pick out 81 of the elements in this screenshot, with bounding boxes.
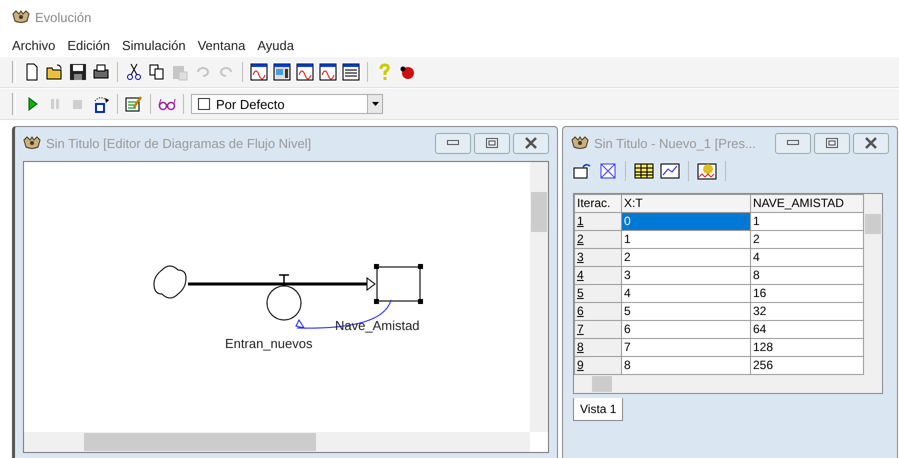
window-title: Sin Titulo - Nuevo_1 [Pres...	[594, 136, 757, 150]
table-cell: 64	[750, 320, 864, 338]
form-window-icon[interactable]	[273, 63, 291, 81]
checkbox[interactable]	[198, 98, 210, 110]
app-logo-icon	[23, 136, 41, 150]
sheet-tab[interactable]: Vista 1	[573, 398, 624, 421]
row-header[interactable]: 3	[574, 248, 622, 266]
menu-item[interactable]: Simulación	[122, 38, 186, 52]
chart-window-icon[interactable]	[296, 63, 314, 81]
row-header[interactable]: 2	[574, 230, 622, 248]
maximize-button[interactable]	[474, 132, 510, 154]
app-logo-icon	[12, 10, 30, 24]
menu-item[interactable]: Ventana	[198, 38, 246, 52]
table-cell[interactable]: 8	[622, 356, 750, 374]
open-folder-icon[interactable]	[46, 63, 64, 81]
app-logo-icon	[571, 136, 589, 150]
flow-arrow[interactable]	[188, 277, 376, 291]
row-header[interactable]: 4	[574, 266, 622, 284]
scenario-dropdown[interactable]: Por Defecto	[191, 94, 383, 114]
vertical-scrollbar[interactable]	[530, 162, 548, 432]
minimize-icon	[447, 140, 459, 146]
table-cell[interactable]: 5	[622, 302, 750, 320]
chart-settings-icon[interactable]	[697, 162, 717, 180]
table-cell[interactable]: 2	[622, 248, 750, 266]
table-cell: 128	[750, 338, 864, 356]
table-cell[interactable]: 0	[622, 212, 750, 230]
close-icon	[864, 137, 878, 149]
delete-icon[interactable]	[599, 162, 617, 180]
window-title: Evolución	[35, 10, 92, 24]
column-header[interactable]: Iterac.	[574, 194, 622, 212]
table-cell: 1	[750, 212, 864, 230]
maximize-icon	[826, 138, 838, 148]
edit-icon[interactable]	[125, 95, 143, 113]
table-cell[interactable]: 3	[622, 266, 750, 284]
row-header[interactable]: 8	[574, 338, 622, 356]
maximize-icon	[486, 138, 498, 148]
stock-label: Nave_Amistad	[335, 318, 420, 333]
print-icon[interactable]	[92, 63, 110, 81]
close-button[interactable]	[513, 132, 549, 154]
table-cell: 256	[750, 356, 864, 374]
minimize-icon	[787, 140, 799, 146]
table-cell: 2	[750, 230, 864, 248]
table-cell[interactable]: 4	[622, 284, 750, 302]
column-header[interactable]: NAVE_AMISTAD	[750, 194, 864, 212]
row-header[interactable]: 6	[574, 302, 622, 320]
close-button[interactable]	[853, 132, 889, 154]
row-header[interactable]: 9	[574, 356, 622, 374]
export-icon[interactable]	[573, 162, 593, 180]
table-cell[interactable]: 6	[622, 320, 750, 338]
line-chart-icon[interactable]	[660, 162, 680, 180]
table-cell: 32	[750, 302, 864, 320]
close-icon	[524, 137, 538, 149]
menu-item[interactable]: Archivo	[12, 38, 56, 52]
flow-label: Entran_nuevos	[225, 336, 312, 351]
maximize-button[interactable]	[814, 132, 850, 154]
chart-window-icon[interactable]	[250, 63, 268, 81]
column-header[interactable]: X:T	[622, 194, 750, 212]
step-icon[interactable]	[92, 95, 110, 113]
menu-item[interactable]: Ayuda	[257, 38, 294, 52]
horizontal-scrollbar[interactable]	[24, 432, 530, 452]
window-title: Sin Titulo [Editor de Diagramas de Flujo Nivel]	[46, 136, 312, 150]
minimize-button[interactable]	[775, 132, 811, 154]
table-cell: 16	[750, 284, 864, 302]
table-cell: 4	[750, 248, 864, 266]
cut-icon[interactable]	[125, 63, 143, 81]
document-window-icon[interactable]	[342, 63, 360, 81]
cloud-icon	[154, 266, 186, 298]
chart-window-icon[interactable]	[319, 63, 337, 81]
row-header[interactable]: 7	[574, 320, 622, 338]
row-header[interactable]: 1	[574, 212, 622, 230]
table-cell[interactable]: 7	[622, 338, 750, 356]
row-header[interactable]: 5	[574, 284, 622, 302]
menu-item[interactable]: Edición	[67, 38, 110, 52]
stock-box[interactable]	[374, 264, 423, 304]
copy-icon[interactable]	[148, 63, 166, 81]
table-cell: 8	[750, 266, 864, 284]
table-cell[interactable]: 1	[622, 230, 750, 248]
minimize-button[interactable]	[435, 132, 471, 154]
table-icon[interactable]	[634, 162, 654, 180]
save-icon[interactable]	[69, 63, 87, 81]
valve-icon[interactable]	[266, 274, 302, 320]
